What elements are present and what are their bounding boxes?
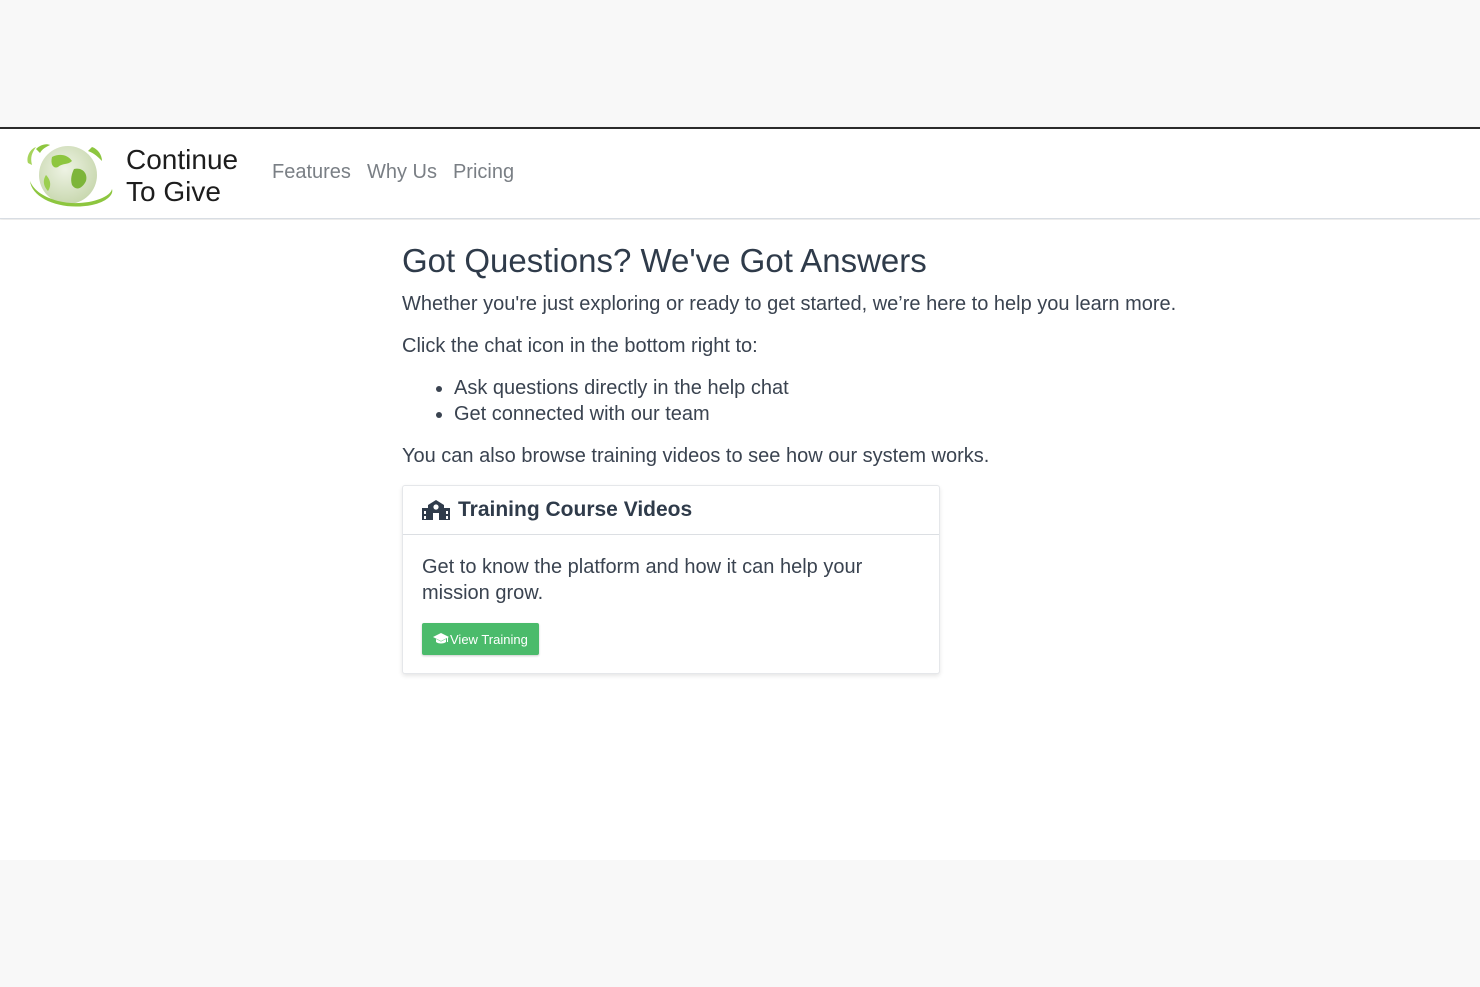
card-title: Training Course Videos [458,498,693,521]
list-item-help-chat: Ask questions directly in the help chat [454,375,1302,401]
card-header: Training Course Videos [403,486,939,535]
view-training-label: View Training [450,631,528,647]
navbar: Continue To Give Features Why Us Pricing [0,127,1480,219]
list-item-team: Get connected with our team [454,401,1302,427]
brand-name: Continue To Give [126,144,238,208]
view-training-button[interactable]: View Training [422,623,539,655]
nav-links: Features Why Us Pricing [272,161,530,184]
school-icon [422,500,450,520]
nav-link-features[interactable]: Features [272,161,351,184]
card-description: Get to know the platform and how it can … [422,556,863,604]
browse-training-text: You can also browse training videos to s… [402,445,990,467]
main-content: Got Questions? We've Got Answers Whether… [0,220,1480,860]
help-options-list: Ask questions directly in the help chat … [402,375,1302,427]
chat-instructions-text: Click the chat icon in the bottom right … [402,335,758,357]
content-column: Got Questions? We've Got Answers Whether… [402,240,1302,674]
graduation-cap-icon [433,633,449,644]
card-body: Get to know the platform and how it can … [403,535,939,673]
brand-name-line1: Continue [126,144,239,175]
brand-logo-link[interactable]: Continue To Give [22,139,238,213]
globe-logo-icon [27,144,113,207]
nav-link-pricing[interactable]: Pricing [453,161,514,184]
intro-text: Whether you're just exploring or ready t… [402,293,1177,315]
nav-link-why-us[interactable]: Why Us [367,161,437,184]
brand-name-line2: To Give [126,176,221,207]
bottom-margin [0,860,1480,987]
top-margin [0,0,1480,127]
page-title: Got Questions? We've Got Answers [402,242,927,279]
training-card: Training Course Videos Get to know the p… [402,485,940,674]
